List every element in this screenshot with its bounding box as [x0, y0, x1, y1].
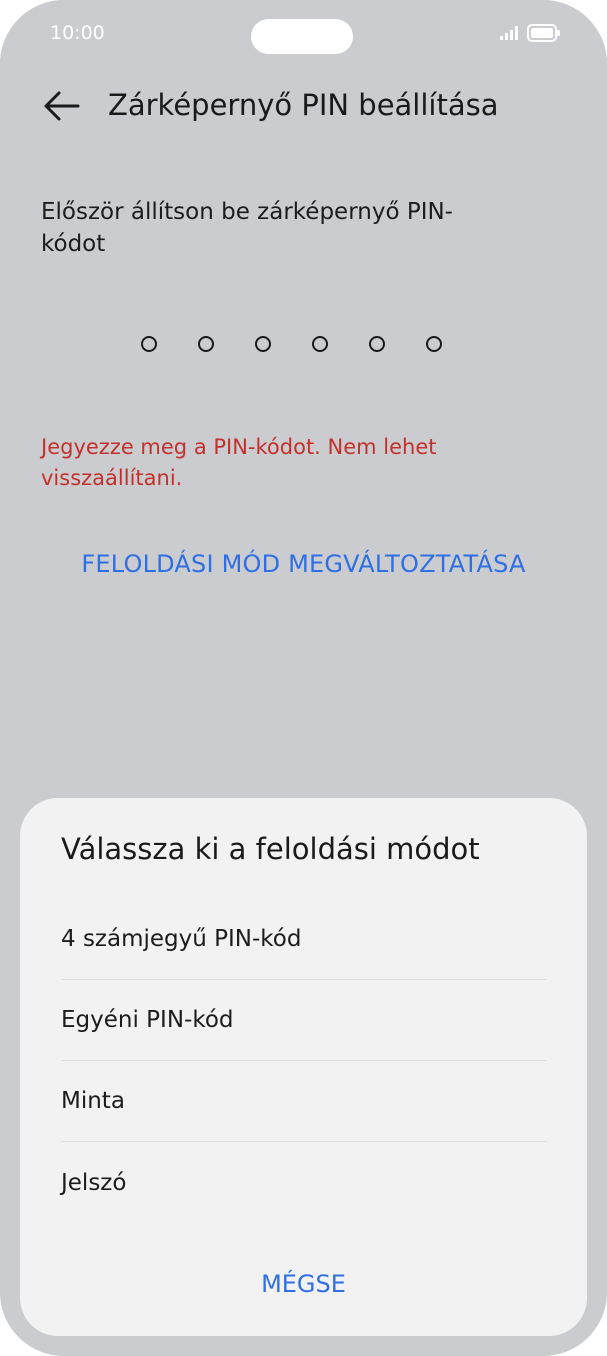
unlock-mode-sheet: Válassza ki a feloldási módot 4 számjegy…: [20, 798, 587, 1336]
pin-dot-empty: [312, 336, 328, 352]
battery-icon: [527, 24, 561, 46]
warning-text: Jegyezze meg a PIN-kódot. Nem lehet viss…: [41, 435, 437, 490]
option-password[interactable]: Jelszó: [61, 1142, 547, 1223]
change-unlock-mode-button[interactable]: FELOLDÁSI MÓD MEGVÁLTOZTATÁSA: [0, 550, 607, 578]
arrow-left-icon: [42, 90, 80, 126]
camera-island: [251, 19, 353, 54]
sheet-title: Válassza ki a feloldási módot: [61, 832, 480, 866]
back-button[interactable]: [40, 88, 82, 128]
status-bar: 10:00: [0, 0, 607, 70]
status-time: 10:00: [50, 22, 105, 44]
instruction-text: Először állítson be zárképernyő PIN-kódo…: [41, 199, 453, 257]
system-icons: [499, 24, 561, 46]
page-title: Zárképernyő PIN beállítása: [108, 88, 499, 122]
phone-frame: 10:00 Zárképernyő PIN beállítása Először…: [0, 0, 607, 1356]
pin-indicator: [141, 336, 442, 352]
pin-dot-empty: [426, 336, 442, 352]
pin-dot-empty: [141, 336, 157, 352]
option-4-digit-pin[interactable]: 4 számjegyű PIN-kód: [61, 899, 547, 980]
option-custom-pin[interactable]: Egyéni PIN-kód: [61, 980, 547, 1061]
cancel-button[interactable]: MÉGSE: [20, 1270, 587, 1298]
pin-dot-empty: [198, 336, 214, 352]
option-pattern[interactable]: Minta: [61, 1061, 547, 1142]
pin-dot-empty: [255, 336, 271, 352]
header: Zárképernyő PIN beállítása: [0, 76, 607, 140]
pin-dot-empty: [369, 336, 385, 352]
screen: 10:00 Zárképernyő PIN beállítása Először…: [0, 0, 607, 1356]
unlock-options-list: 4 számjegyű PIN-kód Egyéni PIN-kód Minta…: [61, 899, 547, 1223]
signal-icon: [499, 25, 519, 45]
